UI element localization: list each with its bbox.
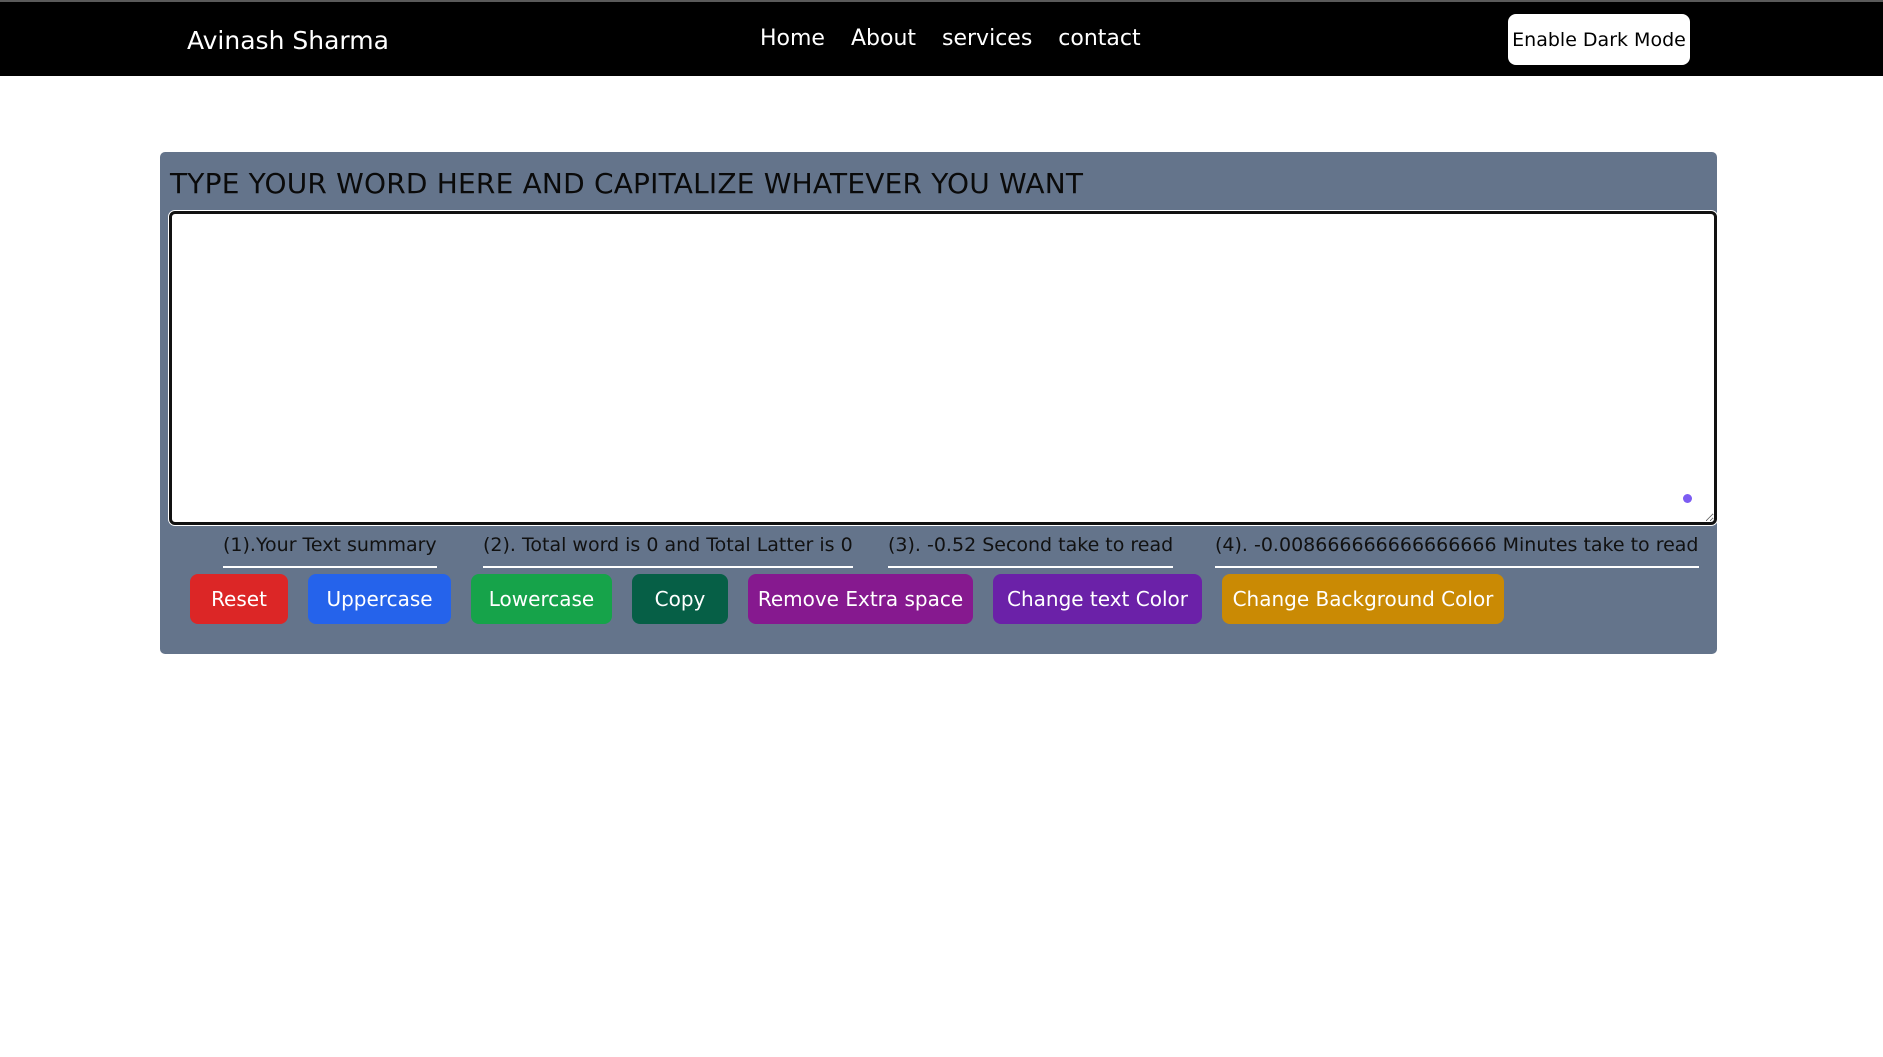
nav-link-services[interactable]: services <box>942 26 1032 51</box>
reset-button[interactable]: Reset <box>190 574 288 624</box>
summary-seconds-to-read: (3). -0.52 Second take to read <box>888 534 1174 568</box>
text-input-area[interactable] <box>169 211 1717 525</box>
change-background-color-button[interactable]: Change Background Color <box>1222 574 1504 624</box>
text-utility-panel: TYPE YOUR WORD HERE AND CAPITALIZE WHATE… <box>160 152 1717 654</box>
navbar: Avinash Sharma Home About services conta… <box>0 2 1883 76</box>
summary-minutes-to-read: (4). -0.008666666666666666 Minutes take … <box>1215 534 1699 568</box>
uppercase-button[interactable]: Uppercase <box>308 574 451 624</box>
nav-link-home[interactable]: Home <box>760 26 825 51</box>
remove-extra-space-button[interactable]: Remove Extra space <box>748 574 973 624</box>
change-text-color-button[interactable]: Change text Color <box>993 574 1202 624</box>
brand-name[interactable]: Avinash Sharma <box>187 26 389 55</box>
nav-links: Home About services contact <box>760 26 1141 51</box>
nav-link-contact[interactable]: contact <box>1058 26 1140 51</box>
enable-dark-mode-button[interactable]: Enable Dark Mode <box>1508 14 1690 65</box>
nav-link-about[interactable]: About <box>851 26 916 51</box>
lowercase-button[interactable]: Lowercase <box>471 574 612 624</box>
summary-word-count: (2). Total word is 0 and Total Latter is… <box>483 534 853 568</box>
copy-button[interactable]: Copy <box>632 574 728 624</box>
panel-title: TYPE YOUR WORD HERE AND CAPITALIZE WHATE… <box>170 167 1084 200</box>
summary-title: (1).Your Text summary <box>223 534 437 568</box>
resize-grip-icon[interactable] <box>1683 494 1692 503</box>
